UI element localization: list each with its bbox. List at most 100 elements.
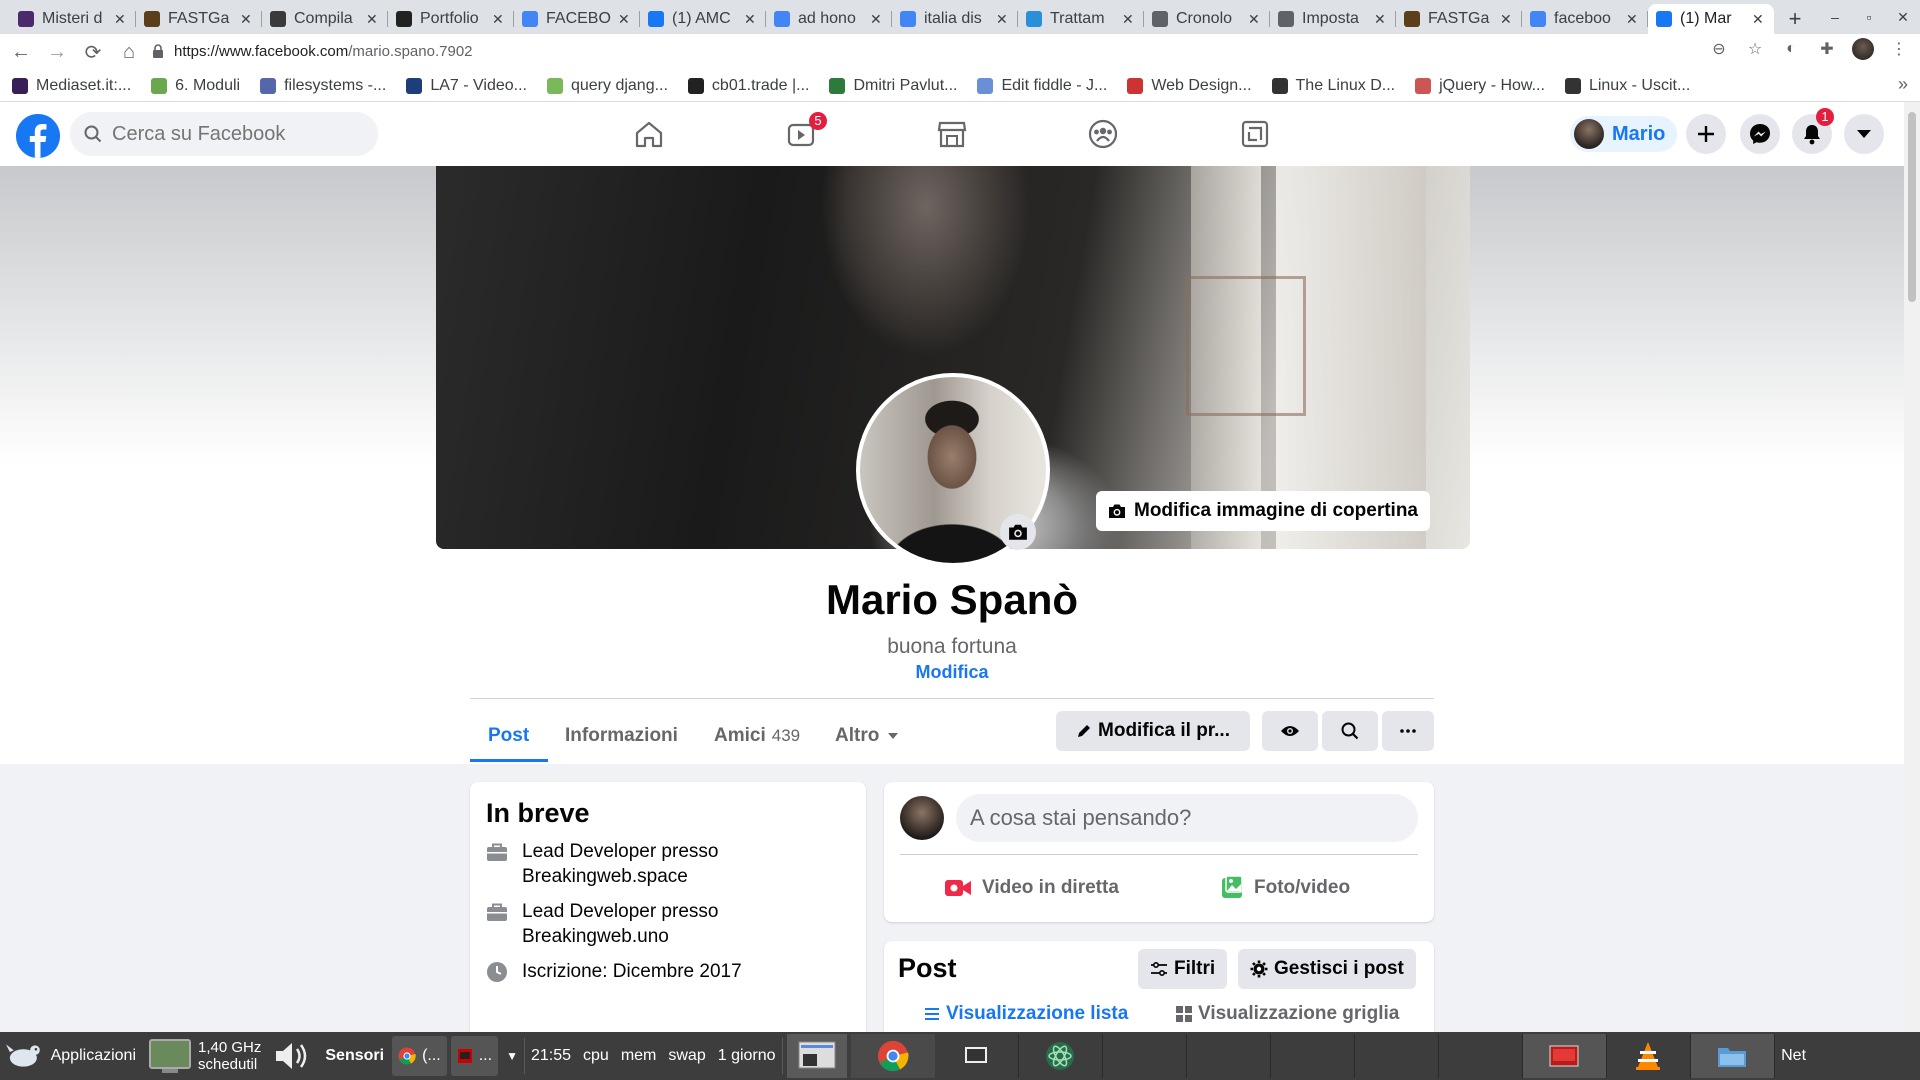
back-icon[interactable]: ← xyxy=(6,37,36,67)
nav-marketplace[interactable] xyxy=(897,110,1007,158)
tab-close-icon[interactable]: ✕ xyxy=(1626,11,1640,28)
bookmark-item[interactable]: Web Design... xyxy=(1127,77,1252,95)
bookmark-item[interactable]: Edit fiddle - J... xyxy=(977,77,1107,95)
browser-tab[interactable]: FASTGa ✕ xyxy=(1396,4,1522,34)
volume-plugin[interactable] xyxy=(267,1032,319,1080)
tab-close-icon[interactable]: ✕ xyxy=(618,11,632,28)
network-plugin[interactable]: Net xyxy=(1775,1032,1813,1080)
edit-profile-picture-button[interactable] xyxy=(1000,514,1036,550)
bookmark-item[interactable]: filesystems -... xyxy=(260,77,386,95)
page-scrollbar[interactable] xyxy=(1904,102,1920,1032)
browser-tab[interactable]: Imposta ✕ xyxy=(1270,4,1396,34)
browser-tab[interactable]: Portfolio ✕ xyxy=(388,4,514,34)
atom-launcher[interactable] xyxy=(1019,1034,1103,1078)
vlc-launcher[interactable] xyxy=(1607,1034,1691,1078)
browser-tab[interactable]: FASTGa ✕ xyxy=(136,4,262,34)
tab-informazioni[interactable]: Informazioni xyxy=(565,710,678,762)
lock-icon[interactable] xyxy=(152,44,164,58)
nav-watch[interactable]: 5 xyxy=(746,110,856,158)
menu-icon[interactable]: ⋮ xyxy=(1888,38,1910,60)
browser-tab[interactable]: italia dis ✕ xyxy=(892,4,1018,34)
tab-close-icon[interactable]: ✕ xyxy=(1122,11,1136,28)
forward-icon[interactable]: → xyxy=(42,37,72,67)
composer-input[interactable]: A cosa stai pensando? xyxy=(956,794,1418,842)
more-options-button[interactable] xyxy=(1382,711,1434,751)
tab-close-icon[interactable]: ✕ xyxy=(870,11,884,28)
tab-close-icon[interactable]: ✕ xyxy=(996,11,1010,28)
empty-task-slot[interactable] xyxy=(1103,1034,1187,1078)
notifications-button[interactable]: 1 xyxy=(1792,108,1834,154)
tab-altro[interactable]: Altro xyxy=(835,710,899,762)
facebook-search[interactable] xyxy=(70,112,378,156)
tab-post[interactable]: Post xyxy=(488,710,529,762)
browser-tab[interactable]: Trattam ✕ xyxy=(1018,4,1144,34)
account-menu-button[interactable] xyxy=(1844,114,1884,154)
browser-tab[interactable]: Compila ✕ xyxy=(262,4,388,34)
create-button[interactable] xyxy=(1686,114,1726,154)
scrollbar-thumb[interactable] xyxy=(1908,112,1916,302)
puzzle-icon[interactable]: ✚ xyxy=(1816,38,1838,60)
bookmark-item[interactable]: Mediaset.it:... xyxy=(12,77,131,95)
search-input[interactable] xyxy=(112,122,352,146)
bookmarks-overflow-icon[interactable]: » xyxy=(1898,74,1908,95)
empty-task-slot[interactable] xyxy=(1187,1034,1271,1078)
zoom-icon[interactable]: ⊖ xyxy=(1708,38,1730,60)
tab-close-icon[interactable]: ✕ xyxy=(240,11,254,28)
swap-graph[interactable]: swap xyxy=(662,1032,711,1080)
applications-menu[interactable]: Applicazioni xyxy=(0,1032,142,1080)
tab-close-icon[interactable]: ✕ xyxy=(492,11,506,28)
address-bar[interactable]: https://www.facebook.com/mario.spano.790… xyxy=(174,38,473,66)
search-profile-button[interactable] xyxy=(1322,711,1378,751)
uptime[interactable]: 1 giorno xyxy=(712,1032,782,1080)
browser-tab[interactable]: faceboo ✕ xyxy=(1522,4,1648,34)
extension-icon[interactable]: ◐ xyxy=(1780,38,1802,60)
minimize-icon[interactable]: – xyxy=(1818,9,1852,25)
empty-task-slot[interactable] xyxy=(1355,1034,1439,1078)
empty-task-slot[interactable] xyxy=(1271,1034,1355,1078)
red-app-launcher[interactable] xyxy=(1522,1034,1607,1078)
home-icon[interactable]: ⌂ xyxy=(114,37,144,67)
composer-avatar[interactable] xyxy=(900,796,944,840)
browser-tab[interactable]: FACEBO ✕ xyxy=(514,4,640,34)
taskbar-window-terminal[interactable]: ... xyxy=(450,1036,499,1076)
manage-posts-button[interactable]: Gestisci i post xyxy=(1238,949,1416,989)
edit-profile-button[interactable]: Modifica il pr... xyxy=(1056,711,1250,751)
tab-close-icon[interactable]: ✕ xyxy=(1500,11,1514,28)
screenshot-launcher[interactable] xyxy=(786,1034,847,1078)
bookmark-item[interactable]: Linux - Uscit... xyxy=(1564,77,1690,95)
bookmark-item[interactable]: cb01.trade |... xyxy=(687,77,809,95)
filters-button[interactable]: Filtri xyxy=(1138,949,1228,989)
bookmark-item[interactable]: LA7 - Video... xyxy=(406,77,527,95)
list-view-tab[interactable]: Visualizzazione lista xyxy=(924,1003,1128,1025)
messenger-button[interactable] xyxy=(1740,114,1780,154)
bookmark-item[interactable]: jQuery - How... xyxy=(1415,77,1545,95)
browser-tab[interactable]: Cronolo ✕ xyxy=(1144,4,1270,34)
terminal-launcher[interactable] xyxy=(935,1034,1019,1078)
bookmark-item[interactable]: The Linux D... xyxy=(1271,77,1395,95)
sensors-plugin[interactable]: Sensori xyxy=(319,1032,390,1080)
browser-tab[interactable]: (1) Mar ✕ xyxy=(1648,4,1774,34)
tab-close-icon[interactable]: ✕ xyxy=(744,11,758,28)
browser-tab[interactable]: (1) AMC ✕ xyxy=(640,4,766,34)
chrome-launcher[interactable] xyxy=(850,1034,935,1078)
edit-bio-link[interactable]: Modifica xyxy=(0,662,1904,683)
tab-close-icon[interactable]: ✕ xyxy=(1248,11,1262,28)
tab-close-icon[interactable]: ✕ xyxy=(1374,11,1388,28)
facebook-logo[interactable] xyxy=(16,114,60,158)
live-video-button[interactable]: Video in diretta xyxy=(944,866,1119,910)
tab-close-icon[interactable]: ✕ xyxy=(114,11,128,28)
tab-close-icon[interactable]: ✕ xyxy=(1752,11,1766,28)
nav-home[interactable] xyxy=(594,110,704,158)
close-window-icon[interactable]: ✕ xyxy=(1886,9,1920,26)
edit-cover-button[interactable]: Modifica immagine di copertina xyxy=(1096,491,1430,531)
window-list-menu-icon[interactable]: ▼ xyxy=(500,1032,524,1080)
photo-video-button[interactable]: Foto/video xyxy=(1220,866,1350,910)
mem-graph[interactable]: mem xyxy=(615,1032,663,1080)
view-as-button[interactable] xyxy=(1262,711,1318,751)
profile-avatar[interactable] xyxy=(1852,38,1874,60)
browser-tab[interactable]: Misteri d ✕ xyxy=(10,4,136,34)
cpu-freq-plugin[interactable]: 1,40 GHz schedutil xyxy=(142,1032,267,1080)
file-manager-launcher[interactable] xyxy=(1690,1034,1775,1078)
browser-tab[interactable]: ad hono ✕ xyxy=(766,4,892,34)
grid-view-tab[interactable]: Visualizzazione griglia xyxy=(1176,1003,1399,1025)
